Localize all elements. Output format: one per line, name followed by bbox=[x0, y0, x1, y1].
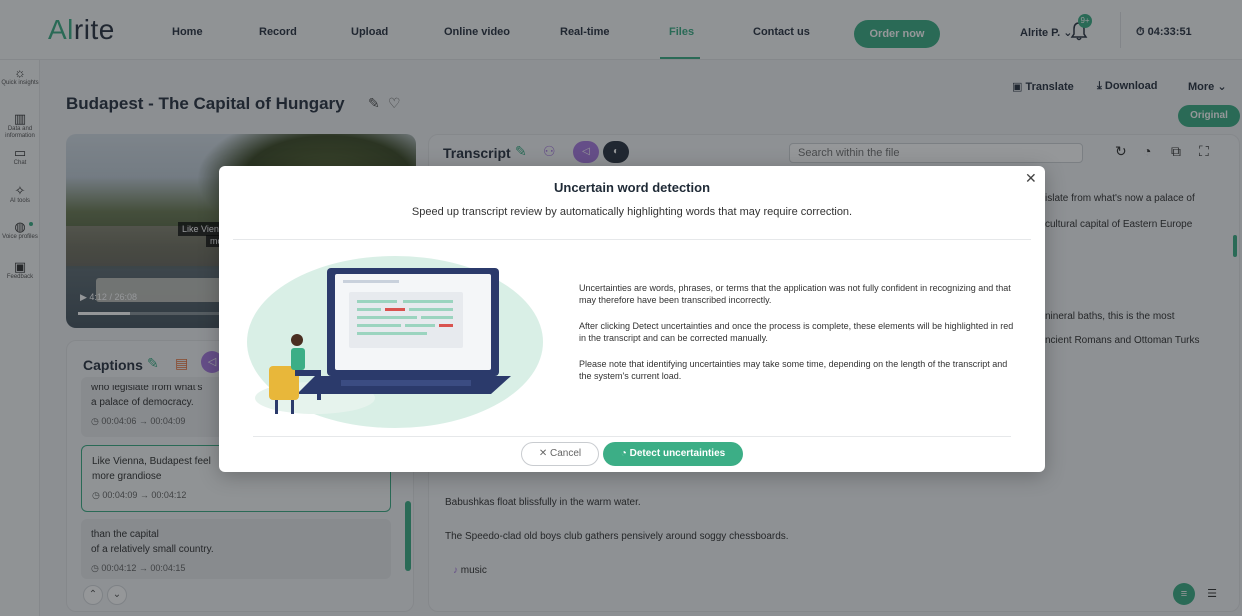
dialog-paragraph: Please note that identifying uncertainti… bbox=[579, 359, 1008, 381]
gauge-icon: ◔ bbox=[620, 448, 630, 459]
close-icon: ✕ bbox=[538, 448, 551, 459]
dialog-subtitle: Speed up transcript review by automatica… bbox=[411, 206, 853, 218]
divider bbox=[253, 436, 1011, 437]
dialog-paragraph: After clicking Detect uncertainties and … bbox=[579, 321, 1014, 343]
divider bbox=[233, 239, 1031, 240]
uncertain-word-detection-dialog: ✕ Uncertain word detection Speed up tran… bbox=[219, 166, 1045, 472]
detect-uncertainties-button[interactable]: ◔ Detect uncertainties bbox=[603, 442, 743, 466]
cancel-button[interactable]: ✕ Cancel bbox=[521, 442, 599, 466]
dialog-paragraph: Uncertainties are words, phrases, or ter… bbox=[579, 283, 1011, 305]
dialog-title: Uncertain word detection bbox=[553, 180, 711, 195]
laptop-illustration bbox=[247, 256, 543, 428]
